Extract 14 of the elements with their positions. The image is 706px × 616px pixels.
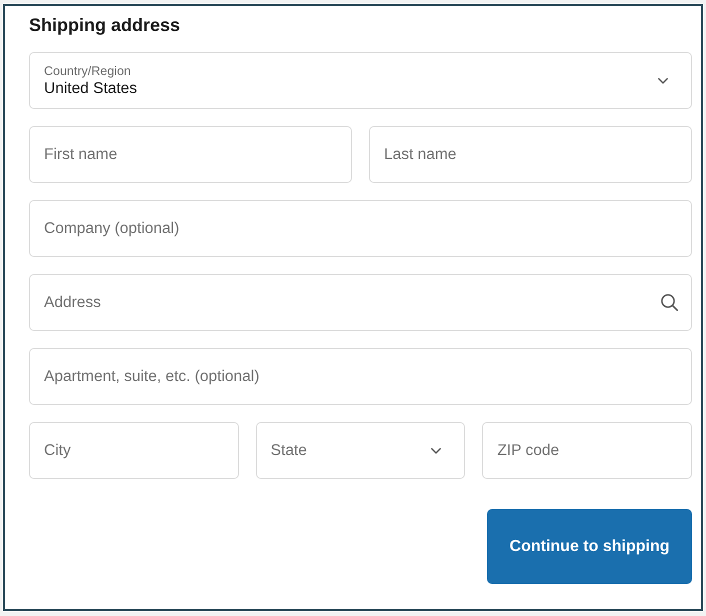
text-field[interactable]: ZIP code	[482, 422, 692, 479]
chevron-down-icon	[658, 78, 668, 84]
search-field[interactable]: Address	[29, 274, 692, 331]
text-field[interactable]: Company (optional)	[29, 200, 692, 257]
search-icon[interactable]	[661, 294, 678, 311]
text-field[interactable]: Last name	[369, 126, 692, 183]
select-field[interactable]: Country/Region United States	[29, 52, 692, 109]
form-heading: Shipping address	[29, 14, 180, 36]
text-field[interactable]: First name	[29, 126, 352, 183]
select-field[interactable]: State	[256, 422, 466, 479]
continue-button[interactable]: Continue to shipping	[487, 509, 692, 584]
text-field[interactable]: City	[29, 422, 239, 479]
text-field[interactable]: Apartment, suite, etc. (optional)	[29, 348, 692, 405]
chevron-down-icon	[431, 448, 442, 454]
